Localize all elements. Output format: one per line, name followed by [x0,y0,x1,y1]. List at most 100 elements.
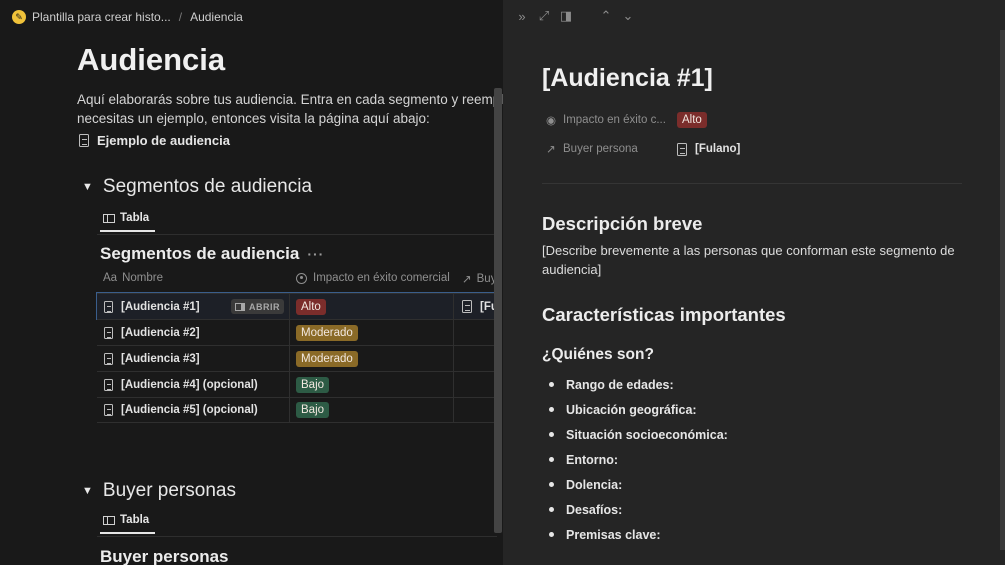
open-button[interactable]: ABRIR [231,299,284,314]
table-body: [Audiencia #1] ABRIR Alto [Fu [Audiencia… [96,292,498,423]
property-buyer-name[interactable]: ↗ Buyer persona [545,142,675,156]
relation-arrow-icon: ↗ [462,274,472,286]
peek-mode-icon[interactable]: ◨ [559,8,573,24]
database-title[interactable]: Buyer personas [100,547,229,565]
property-buyer-value-text: [Fulano] [695,143,741,155]
row-name-text: [Audiencia #2] [121,326,200,339]
row-name[interactable]: [Audiencia #2] [104,326,200,339]
page-icon [79,134,89,147]
cell-divider [453,372,454,397]
side-peek-icon [235,302,245,311]
impacto-tag[interactable]: Bajo [296,376,330,393]
impacto-tag[interactable]: Alto [296,298,326,315]
tab-tabla-label: Tabla [120,514,150,526]
impacto-tag[interactable]: Moderado [296,350,358,367]
property-impacto-tag[interactable]: Alto [677,112,707,128]
workspace-logo-icon: ✎ [12,10,26,24]
property-impacto-name[interactable]: ◉ Impacto en éxito c... [545,113,675,127]
row-name[interactable]: [Audiencia #1] [104,300,200,313]
peek-title[interactable]: [Audiencia #1] [542,64,713,93]
row-name[interactable]: [Audiencia #5] (opcional) [104,404,258,416]
divider [97,234,497,235]
list-item: Situación socioeconómica: [549,422,728,447]
table-row[interactable]: [Audiencia #2] Moderado [97,319,497,345]
toggle-buyer-personas[interactable]: ▼ Buyer personas [82,480,236,502]
heading-caracteristicas: Características importantes [542,304,786,325]
intro-text: Aquí elaborarás sobre tus audiencia. Ent… [77,90,503,128]
expand-icon[interactable]: ⤢ [537,8,551,24]
cell-divider [289,320,290,345]
toggle-segmentos[interactable]: ▼ Segmentos de audiencia [82,176,312,198]
page-title: Audiencia [77,42,226,77]
status-property-icon: ◉ [545,115,557,127]
page-icon [104,378,113,391]
divider [97,536,497,537]
toggle-segmentos-title: Segmentos de audiencia [102,176,313,197]
toggle-buyer-title: Buyer personas [102,480,236,501]
table-row[interactable]: [Audiencia #5] (opcional) Bajo [97,397,497,423]
page-icon [104,300,113,313]
table-icon [103,213,115,223]
database-title-text: Segmentos de audiencia [100,244,300,263]
more-options-icon[interactable]: ··· [307,246,324,262]
cell-divider [289,372,290,397]
descripcion-text: [Describe brevemente a las personas que … [542,243,955,277]
property-impacto-label: Impacto en éxito c... [563,114,666,126]
cell-divider [453,294,454,319]
close-peek-icon[interactable]: » [515,9,529,24]
breadcrumb-workspace[interactable]: Plantilla para crear histo... [32,10,171,24]
tab-tabla[interactable]: Tabla [100,514,156,534]
table-row[interactable]: [Audiencia #4] (opcional) Bajo [97,371,497,397]
cell-divider [289,346,290,371]
property-impacto[interactable]: ◉ Impacto en éxito c... Alto [545,112,707,128]
table-row[interactable]: [Audiencia #3] Moderado [97,345,497,371]
impacto-tag[interactable]: Moderado [296,324,358,341]
peek-toolbar: » ⤢ ◨ ⌃ ⌄ [515,8,635,24]
scrollbar[interactable] [1000,30,1005,550]
main-page-pane: ✎ Plantilla para crear histo... / Audien… [0,0,503,565]
heading-descripcion: Descripción breve [542,213,703,234]
page-icon [462,300,472,313]
row-name-text: [Audiencia #1] [121,300,200,313]
text-property-icon: Aa [103,272,118,284]
column-header-impacto[interactable]: Impacto en éxito comercial [296,272,450,284]
scrollbar[interactable] [494,88,502,533]
list-item: Premisas clave: [549,522,728,547]
database-title[interactable]: Segmentos de audiencia ··· [100,244,324,264]
chevron-up-icon[interactable]: ⌃ [599,8,613,24]
example-page-link[interactable]: Ejemplo de audiencia [79,133,230,148]
page-icon [104,404,113,416]
tab-tabla[interactable]: Tabla [100,212,156,232]
list-item: Desafíos: [549,497,728,522]
cell-divider [289,294,290,319]
chevron-down-icon[interactable]: ⌄ [621,8,635,24]
table-row[interactable]: [Audiencia #1] ABRIR Alto [Fu [96,292,498,320]
buyer-cell[interactable]: [Fu [462,300,498,313]
row-name[interactable]: [Audiencia #3] [104,352,200,365]
side-peek-pane: » ⤢ ◨ ⌃ ⌄ [Audiencia #1] ◉ Impacto en éx… [503,0,1005,565]
open-button-label: ABRIR [249,301,280,312]
property-buyer-persona[interactable]: ↗ Buyer persona [Fulano] [545,142,740,156]
column-header-buyer[interactable]: ↗ Buy [462,272,496,286]
property-buyer-value[interactable]: [Fulano] [677,142,741,156]
breadcrumb-page[interactable]: Audiencia [190,10,243,24]
page-icon [677,142,687,156]
column-nombre-label: Nombre [122,272,163,284]
table-icon [103,515,115,525]
toggle-triangle-icon[interactable]: ▼ [82,485,93,497]
impacto-tag[interactable]: Bajo [296,402,330,418]
cell-divider [453,346,454,371]
breadcrumb: ✎ Plantilla para crear histo... / Audien… [0,0,503,34]
page-icon [104,352,113,365]
table-header: Aa Nombre Impacto en éxito comercial ↗ B… [100,272,500,290]
property-buyer-label: Buyer persona [563,143,638,155]
column-header-nombre[interactable]: Aa Nombre [103,272,163,284]
cell-divider [289,398,290,422]
row-name[interactable]: [Audiencia #4] (opcional) [104,378,258,391]
column-impacto-label: Impacto en éxito comercial [313,272,450,284]
divider [542,183,962,184]
cell-divider [453,398,454,422]
intro-line-2: necesitas un ejemplo, entonces visita la… [77,111,430,126]
toggle-triangle-icon[interactable]: ▼ [82,181,93,193]
relation-arrow-icon: ↗ [546,144,556,156]
